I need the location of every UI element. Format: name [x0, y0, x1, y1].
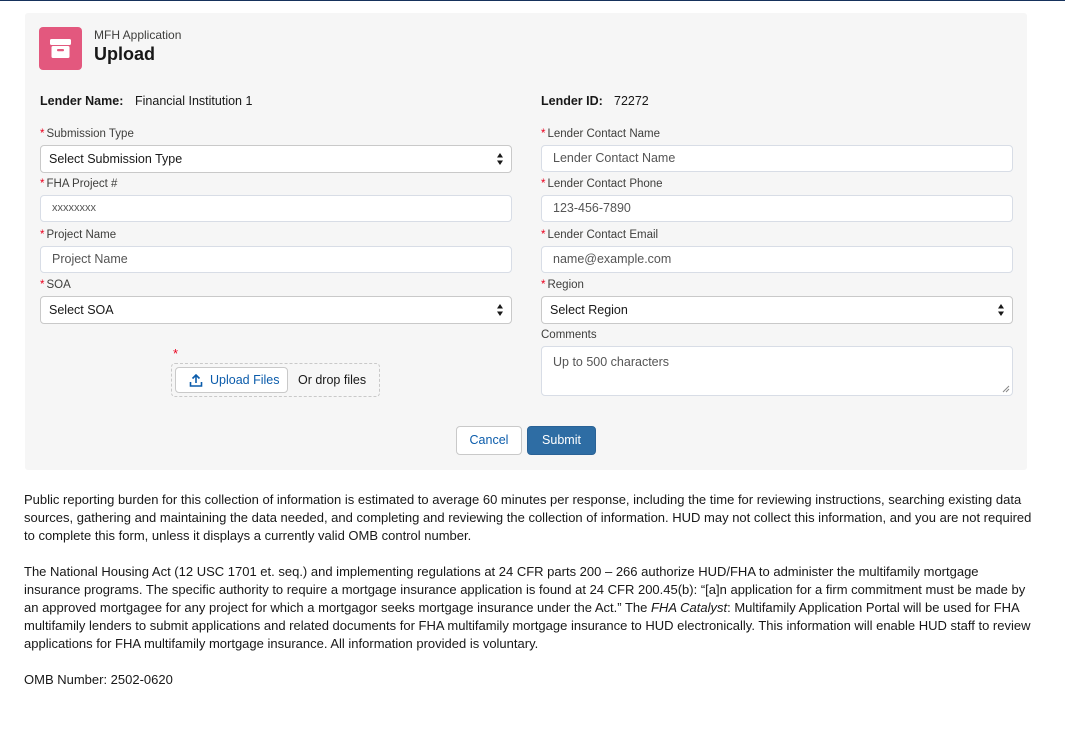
comments-placeholder: Up to 500 characters [553, 355, 670, 369]
top-border [0, 0, 1065, 1]
lender-name-value: Financial Institution 1 [135, 94, 253, 108]
authority-statement: The National Housing Act (12 USC 1701 et… [24, 564, 1031, 651]
fha-project-label: * FHA Project # [40, 178, 118, 190]
cancel-button[interactable]: Cancel [456, 426, 522, 455]
archive-icon [39, 27, 82, 70]
fha-project-input[interactable]: xxxxxxxx [40, 195, 512, 222]
contact-name-label: * Lender Contact Name [541, 128, 660, 140]
comments-label: Comments [541, 329, 597, 341]
soa-label: * SOA [40, 279, 71, 291]
select-arrows-icon [497, 304, 503, 316]
upload-files-button[interactable]: Upload Files [175, 367, 288, 393]
select-arrows-icon [998, 304, 1004, 316]
select-arrows-icon [497, 153, 503, 165]
comments-textarea[interactable]: Up to 500 characters [541, 346, 1013, 396]
submit-button[interactable]: Submit [527, 426, 596, 455]
submission-type-select[interactable]: Select Submission Type [40, 145, 512, 173]
lender-id-label: Lender ID: [541, 94, 603, 108]
drop-files-text: Or drop files [298, 373, 367, 387]
submission-type-label: * Submission Type [40, 128, 134, 140]
resize-grip-icon[interactable] [1002, 385, 1010, 393]
contact-email-input[interactable]: name@example.com [541, 246, 1013, 273]
soa-select[interactable]: Select SOA [40, 296, 512, 324]
lender-id-value: 72272 [614, 94, 649, 108]
contact-phone-label: * Lender Contact Phone [541, 178, 663, 190]
page-title: Upload [94, 44, 155, 64]
omb-number: OMB Number: 2502-0620 [24, 672, 173, 687]
project-name-input[interactable]: Project Name [40, 246, 512, 273]
upload-form-card: MFH Application Upload Lender Name: Fina… [25, 13, 1027, 470]
lender-name-label: Lender Name: [40, 94, 124, 108]
contact-email-label: * Lender Contact Email [541, 229, 659, 241]
contact-phone-input[interactable]: 123-456-7890 [541, 195, 1013, 222]
burden-statement: Public reporting burden for this collect… [24, 492, 1032, 543]
file-drop-zone[interactable]: Upload Files Or drop files [171, 363, 380, 397]
region-label: * Region [541, 279, 584, 291]
contact-name-input[interactable]: Lender Contact Name [541, 145, 1013, 172]
project-name-label: * Project Name [40, 229, 117, 241]
app-eyebrow: MFH Application [94, 28, 182, 42]
upload-required-marker: * [173, 346, 179, 361]
region-select[interactable]: Select Region [541, 296, 1013, 324]
upload-icon [189, 374, 203, 387]
